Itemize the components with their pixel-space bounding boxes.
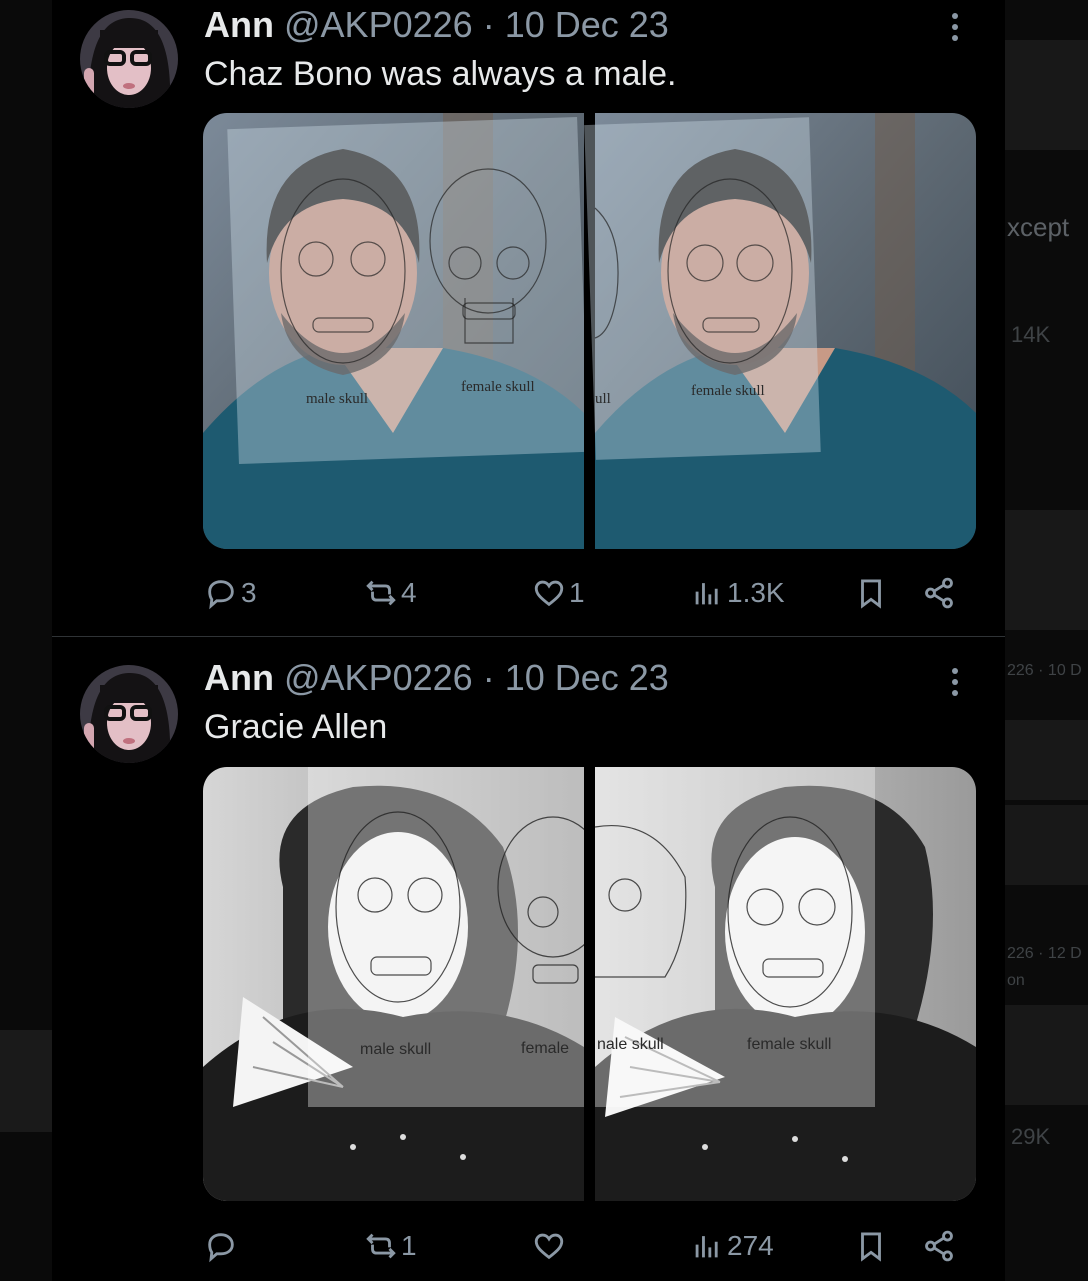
label-female-skull: female skull <box>747 1036 831 1053</box>
bookmark-button[interactable] <box>854 1226 888 1266</box>
tweet-media[interactable]: male skull female skull ull female skull <box>203 113 976 549</box>
avatar[interactable] <box>80 10 178 108</box>
tweet-media[interactable]: male skull female nale skull female skul… <box>203 767 976 1201</box>
author-name[interactable]: Ann <box>204 657 274 698</box>
background-left-column <box>0 0 52 1281</box>
background-snippet: 226 · 12 D <box>1007 945 1082 962</box>
repost-count: 1 <box>401 1230 417 1261</box>
views-count: 274 <box>727 1230 774 1261</box>
share-button[interactable] <box>922 573 956 613</box>
tweet[interactable]: Ann @AKP0226 · 10 Dec 23 Gracie Allen ma… <box>52 637 1005 1281</box>
author-handle[interactable]: @AKP0226 <box>284 657 473 698</box>
bookmark-icon <box>861 1232 881 1262</box>
share-icon <box>925 1230 953 1262</box>
bookmark-icon <box>861 579 881 609</box>
like-icon <box>534 580 564 607</box>
background-snippet: on <box>1007 972 1025 989</box>
tweet[interactable]: Ann @AKP0226 · 10 Dec 23 Chaz Bono was a… <box>52 0 1005 637</box>
share-button[interactable] <box>922 1226 956 1266</box>
background-right-column: xcept 14K 226 · 10 D 226 · 12 D on 29K <box>1005 0 1088 1281</box>
media-right-image[interactable]: ull female skull <box>584 113 976 549</box>
tweet-actions: 3 4 1 1.3K <box>204 573 964 613</box>
like-button[interactable] <box>532 1226 569 1266</box>
media-right-image[interactable]: nale skull female skull <box>594 767 976 1201</box>
tweet-text: Chaz Bono was always a male. <box>204 55 677 93</box>
more-icon[interactable] <box>945 665 965 705</box>
background-snippet: 29K <box>1011 1124 1051 1149</box>
reply-button[interactable]: 3 <box>204 573 257 613</box>
separator: · <box>482 657 495 698</box>
like-icon <box>534 1233 564 1260</box>
repost-icon <box>366 580 396 606</box>
reply-count: 3 <box>241 577 257 608</box>
tweet-date[interactable]: 10 Dec 23 <box>505 657 669 698</box>
views-icon <box>695 583 718 605</box>
label-male-skull: male skull <box>360 1041 431 1058</box>
background-panel <box>1005 720 1088 800</box>
background-panel <box>1005 40 1088 150</box>
background-panel <box>1005 510 1088 630</box>
repost-button[interactable]: 1 <box>364 1226 417 1266</box>
views-button[interactable]: 1.3K <box>690 573 785 613</box>
background-snippet: 226 · 10 D <box>1007 662 1082 679</box>
background-panel <box>1005 805 1088 885</box>
views-button[interactable]: 274 <box>690 1226 774 1266</box>
media-left-image[interactable]: male skull female skull <box>203 113 589 549</box>
tweet-header: Ann @AKP0226 · 10 Dec 23 <box>204 658 669 698</box>
label-female-fragment: female <box>521 1040 569 1057</box>
tweet-header: Ann @AKP0226 · 10 Dec 23 <box>204 5 669 45</box>
separator: · <box>482 4 495 45</box>
author-name[interactable]: Ann <box>204 4 274 45</box>
bookmark-button[interactable] <box>854 573 888 613</box>
label-skull-fragment: ull <box>595 391 611 407</box>
avatar[interactable] <box>80 665 178 763</box>
like-count: 1 <box>569 577 585 608</box>
timeline-feed: Ann @AKP0226 · 10 Dec 23 Chaz Bono was a… <box>52 0 1005 1281</box>
views-icon <box>695 1236 718 1258</box>
more-icon[interactable] <box>945 10 965 50</box>
tweet-text: Gracie Allen <box>204 708 388 746</box>
reply-icon <box>208 580 234 610</box>
label-female-skull: female skull <box>691 383 765 399</box>
views-count: 1.3K <box>727 577 785 608</box>
repost-button[interactable]: 4 <box>364 573 417 613</box>
like-button[interactable]: 1 <box>532 573 585 613</box>
media-left-image[interactable]: male skull female <box>203 767 609 1201</box>
share-icon <box>925 577 953 609</box>
repost-icon <box>366 1233 396 1259</box>
reply-button[interactable] <box>204 1226 241 1266</box>
label-female-skull: female skull <box>461 379 535 395</box>
background-left-block <box>0 1030 52 1132</box>
label-male-skull: male skull <box>306 391 368 407</box>
tweet-date[interactable]: 10 Dec 23 <box>505 4 669 45</box>
label-skull-fragment: nale skull <box>597 1036 664 1053</box>
author-handle[interactable]: @AKP0226 <box>284 4 473 45</box>
reply-icon <box>208 1233 234 1263</box>
repost-count: 4 <box>401 577 417 608</box>
background-panel <box>1005 1005 1088 1105</box>
tweet-actions: 1 274 <box>204 1226 964 1266</box>
background-snippet: 14K <box>1011 322 1051 347</box>
background-snippet: xcept <box>1007 212 1070 242</box>
